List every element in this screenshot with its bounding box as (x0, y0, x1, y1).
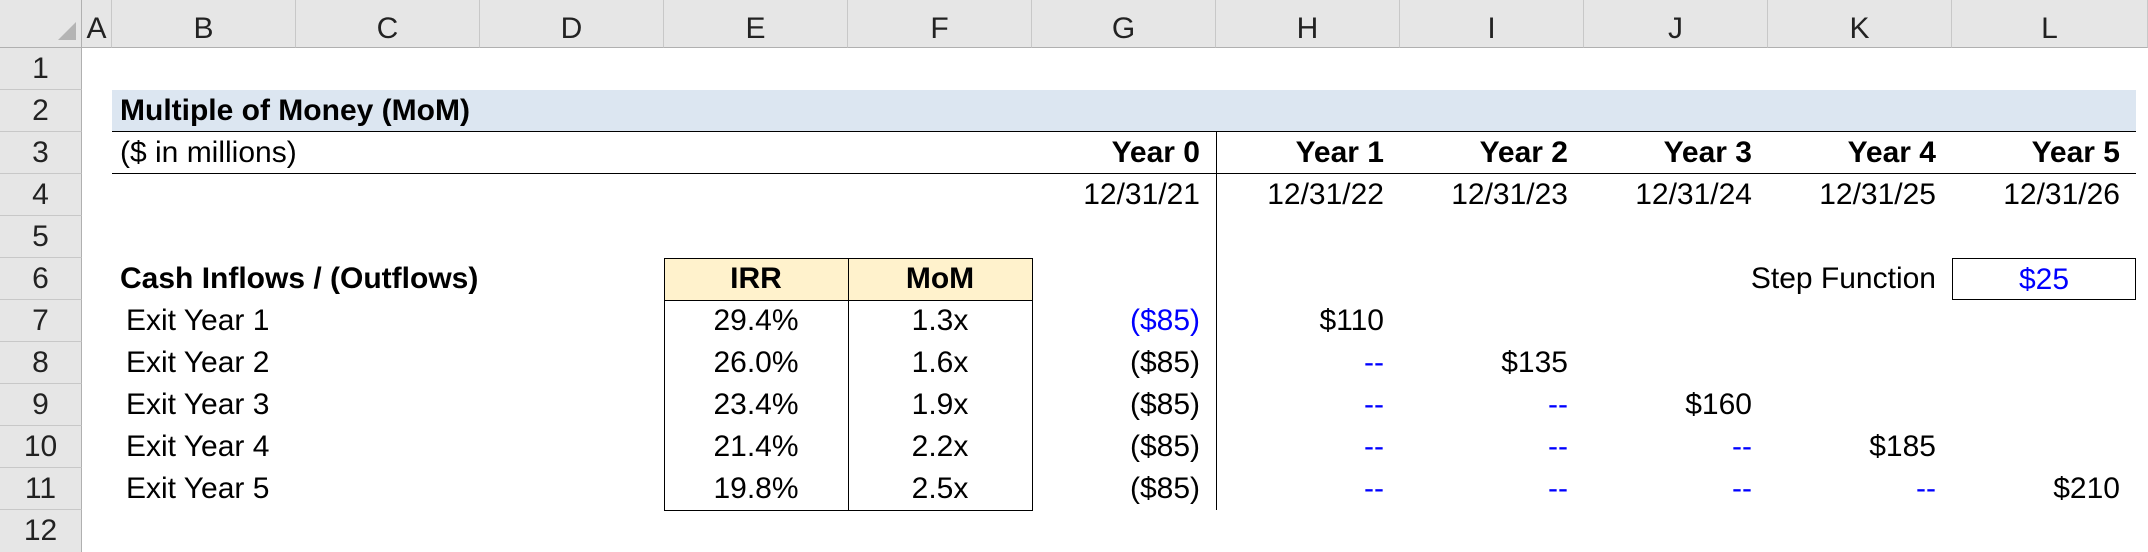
row-header-12[interactable]: 12 (0, 510, 82, 552)
date-year-0[interactable]: 12/31/21 (1032, 174, 1216, 216)
row-header-3[interactable]: 3 (0, 132, 82, 174)
year-2-cashflow[interactable]: -- (1400, 468, 1584, 510)
row-header-2[interactable]: 2 (0, 90, 82, 132)
year-0-header[interactable]: Year 0 (1032, 132, 1216, 174)
cash-flows-label[interactable]: Cash Inflows / (Outflows) (112, 258, 664, 300)
mom-value[interactable]: 1.3x (848, 300, 1032, 342)
year-0-outflow[interactable]: ($85) (1032, 384, 1216, 426)
mom-value[interactable]: 1.6x (848, 342, 1032, 384)
date-year-2[interactable]: 12/31/23 (1400, 174, 1584, 216)
column-header-c[interactable]: C (296, 0, 480, 48)
row-header-7[interactable]: 7 (0, 300, 82, 342)
column-header-a[interactable]: A (82, 0, 112, 48)
row-header-9[interactable]: 9 (0, 384, 82, 426)
column-header-d[interactable]: D (480, 0, 664, 48)
irr-value[interactable]: 26.0% (664, 342, 848, 384)
row-header-11[interactable]: 11 (0, 468, 82, 510)
units-label[interactable]: ($ in millions) (112, 132, 480, 174)
column-header-k[interactable]: K (1768, 0, 1952, 48)
year-4-cashflow[interactable]: $185 (1768, 426, 1952, 468)
mom-header[interactable]: MoM (848, 258, 1032, 300)
page-title[interactable]: Multiple of Money (MoM) (112, 90, 2136, 132)
year-0-outflow[interactable]: ($85) (1032, 426, 1216, 468)
year-4-header[interactable]: Year 4 (1768, 132, 1952, 174)
column-header-g[interactable]: G (1032, 0, 1216, 48)
year-1-header[interactable]: Year 1 (1216, 132, 1400, 174)
date-year-5[interactable]: 12/31/26 (1952, 174, 2136, 216)
exit-label[interactable]: Exit Year 5 (112, 468, 480, 510)
year-0-outflow[interactable]: ($85) (1032, 468, 1216, 510)
year-1-cashflow[interactable]: $110 (1216, 300, 1400, 342)
irr-value[interactable]: 19.8% (664, 468, 848, 510)
column-header-f[interactable]: F (848, 0, 1032, 48)
date-year-1[interactable]: 12/31/22 (1216, 174, 1400, 216)
column-header-e[interactable]: E (664, 0, 848, 48)
column-header-b[interactable]: B (112, 0, 296, 48)
row-header-10[interactable]: 10 (0, 426, 82, 468)
year-0-outflow[interactable]: ($85) (1032, 300, 1216, 342)
exit-label[interactable]: Exit Year 3 (112, 384, 480, 426)
row-header-8[interactable]: 8 (0, 342, 82, 384)
exit-label[interactable]: Exit Year 1 (112, 300, 480, 342)
year-4-cashflow[interactable]: -- (1768, 468, 1952, 510)
irr-mom-box-bottom (664, 510, 1032, 511)
irr-value[interactable]: 23.4% (664, 384, 848, 426)
row-header-6[interactable]: 6 (0, 258, 82, 300)
select-all-triangle-icon (58, 22, 76, 40)
irr-value[interactable]: 29.4% (664, 300, 848, 342)
mom-value[interactable]: 1.9x (848, 384, 1032, 426)
column-header-i[interactable]: I (1400, 0, 1584, 48)
spreadsheet-grid[interactable]: A B C D E F G H I J K L 1 2 3 4 5 6 7 8 … (0, 0, 2148, 552)
date-year-4[interactable]: 12/31/25 (1768, 174, 1952, 216)
column-header-j[interactable]: J (1584, 0, 1768, 48)
column-header-l[interactable]: L (1952, 0, 2148, 48)
year-1-cashflow[interactable]: -- (1216, 342, 1400, 384)
irr-header[interactable]: IRR (664, 258, 848, 300)
date-year-3[interactable]: 12/31/24 (1584, 174, 1768, 216)
mom-value[interactable]: 2.2x (848, 426, 1032, 468)
year-5-cashflow[interactable]: $210 (1952, 468, 2136, 510)
step-function-input[interactable]: $25 (1952, 258, 2136, 300)
year-3-cashflow[interactable]: -- (1584, 468, 1768, 510)
year-1-cashflow[interactable]: -- (1216, 468, 1400, 510)
column-header-h[interactable]: H (1216, 0, 1400, 48)
exit-label[interactable]: Exit Year 2 (112, 342, 480, 384)
exit-label[interactable]: Exit Year 4 (112, 426, 480, 468)
year-1-cashflow[interactable]: -- (1216, 426, 1400, 468)
irr-value[interactable]: 21.4% (664, 426, 848, 468)
year-3-header[interactable]: Year 3 (1584, 132, 1768, 174)
year-2-header[interactable]: Year 2 (1400, 132, 1584, 174)
row-header-5[interactable]: 5 (0, 216, 82, 258)
year-2-cashflow[interactable]: $135 (1400, 342, 1584, 384)
year-0-outflow[interactable]: ($85) (1032, 342, 1216, 384)
year-2-cashflow[interactable]: -- (1400, 384, 1584, 426)
year-2-cashflow[interactable]: -- (1400, 426, 1584, 468)
year-3-cashflow[interactable]: -- (1584, 426, 1768, 468)
mom-value[interactable]: 2.5x (848, 468, 1032, 510)
year-1-cashflow[interactable]: -- (1216, 384, 1400, 426)
row-header-1[interactable]: 1 (0, 48, 82, 90)
step-function-label[interactable]: Step Function (1584, 258, 1952, 300)
select-all-corner[interactable] (0, 0, 82, 48)
row-header-4[interactable]: 4 (0, 174, 82, 216)
year-3-cashflow[interactable]: $160 (1584, 384, 1768, 426)
year-5-header[interactable]: Year 5 (1952, 132, 2136, 174)
